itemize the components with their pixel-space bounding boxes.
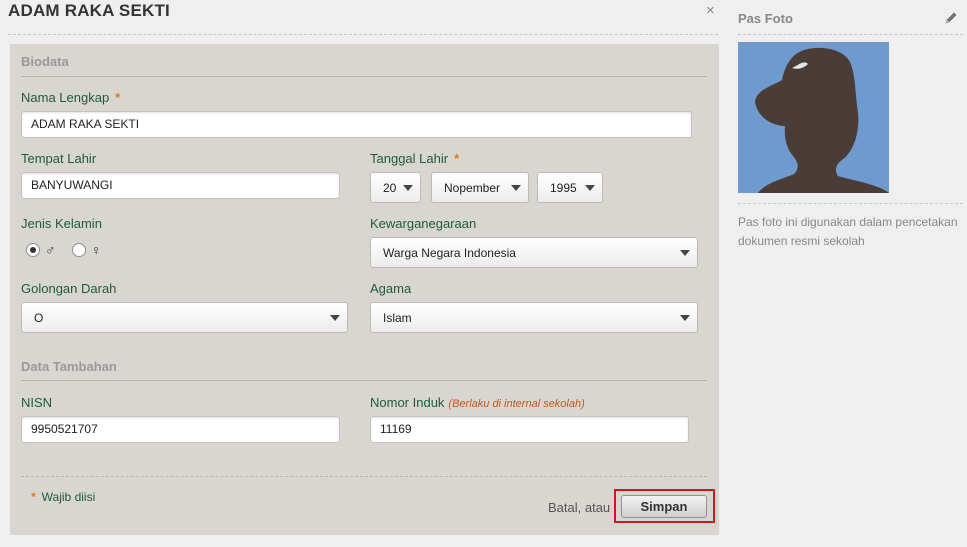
female-symbol-icon: ♀ bbox=[91, 242, 102, 258]
required-note: * Wajib diisi bbox=[31, 490, 95, 504]
required-star: * bbox=[31, 490, 36, 504]
label-text: Nomor Induk bbox=[370, 395, 445, 410]
gender-female-option[interactable]: ♀ bbox=[72, 242, 102, 258]
chevron-down-icon bbox=[330, 315, 340, 321]
sidebar-title: Pas Foto bbox=[738, 11, 793, 26]
biodata-form-panel: Biodata Nama Lengkap * ADAM RAKA SEKTI Te… bbox=[10, 44, 719, 535]
section-divider bbox=[21, 380, 707, 381]
page-title: ADAM RAKA SEKTI bbox=[8, 1, 170, 20]
footer-divider bbox=[21, 476, 707, 477]
required-star: * bbox=[454, 151, 460, 166]
required-star: * bbox=[115, 90, 121, 105]
birth-day-select[interactable]: 20 bbox=[370, 172, 421, 203]
nisn-input[interactable]: 9950521707 bbox=[21, 416, 340, 443]
kewarganegaraan-select[interactable]: Warga Negara Indonesia bbox=[370, 237, 698, 268]
tempat-lahir-input[interactable]: BANYUWANGI bbox=[21, 172, 340, 199]
label-tempat-lahir: Tempat Lahir bbox=[21, 151, 97, 166]
photo-description: Pas foto ini digunakan dalam pencetakan … bbox=[738, 215, 958, 248]
title-divider bbox=[8, 34, 718, 35]
select-value: Islam bbox=[383, 311, 412, 325]
label-golongan-darah: Golongan Darah bbox=[21, 281, 117, 296]
male-symbol-icon: ♂ bbox=[45, 242, 56, 258]
label-text: Tanggal Lahir bbox=[370, 151, 449, 166]
select-value: O bbox=[34, 311, 44, 325]
close-icon[interactable]: × bbox=[706, 2, 715, 19]
label-kewarganegaraan: Kewarganegaraan bbox=[370, 216, 477, 231]
label-nisn: NISN bbox=[21, 395, 53, 410]
radio-male[interactable] bbox=[26, 243, 40, 257]
select-value: 1995 bbox=[550, 181, 577, 195]
agama-select[interactable]: Islam bbox=[370, 302, 698, 333]
section-divider bbox=[21, 76, 707, 77]
label-jenis-kelamin: Jenis Kelamin bbox=[21, 216, 102, 231]
golongan-darah-select[interactable]: O bbox=[21, 302, 348, 333]
select-value: Nopember bbox=[444, 181, 501, 195]
select-value: Warga Negara Indonesia bbox=[383, 246, 516, 260]
person-silhouette-icon bbox=[755, 47, 889, 193]
chevron-down-icon bbox=[680, 315, 690, 321]
label-nomor-induk: Nomor Induk (Berlaku di internal sekolah) bbox=[370, 395, 585, 410]
chevron-down-icon bbox=[585, 185, 595, 191]
sidebar-divider bbox=[738, 34, 963, 35]
label-agama: Agama bbox=[370, 281, 412, 296]
save-button-highlight: Simpan bbox=[614, 489, 715, 523]
save-button[interactable]: Simpan bbox=[621, 495, 707, 518]
sidebar-divider bbox=[738, 203, 963, 204]
label-text: Nama Lengkap bbox=[21, 90, 110, 105]
birth-year-select[interactable]: 1995 bbox=[537, 172, 603, 203]
nama-lengkap-input[interactable]: ADAM RAKA SEKTI bbox=[21, 111, 692, 138]
radio-female[interactable] bbox=[72, 243, 86, 257]
chevron-down-icon bbox=[511, 185, 521, 191]
pencil-icon[interactable] bbox=[944, 11, 958, 25]
select-value: 20 bbox=[383, 181, 397, 195]
section-title-data-tambahan: Data Tambahan bbox=[21, 359, 117, 374]
chevron-down-icon bbox=[680, 250, 690, 256]
nomor-induk-input[interactable]: 11169 bbox=[370, 416, 689, 443]
chevron-down-icon bbox=[403, 185, 413, 191]
required-note-text: Wajib diisi bbox=[41, 490, 96, 504]
cancel-link[interactable]: Batal, atau bbox=[548, 500, 610, 515]
label-nama-lengkap: Nama Lengkap * bbox=[21, 90, 120, 105]
pas-foto-image bbox=[738, 42, 889, 193]
birth-month-select[interactable]: Nopember bbox=[431, 172, 529, 203]
gender-male-option[interactable]: ♂ bbox=[26, 242, 56, 258]
label-tanggal-lahir: Tanggal Lahir * bbox=[370, 151, 459, 166]
nomor-induk-hint: (Berlaku di internal sekolah) bbox=[448, 398, 585, 410]
section-title-biodata: Biodata bbox=[21, 54, 69, 69]
